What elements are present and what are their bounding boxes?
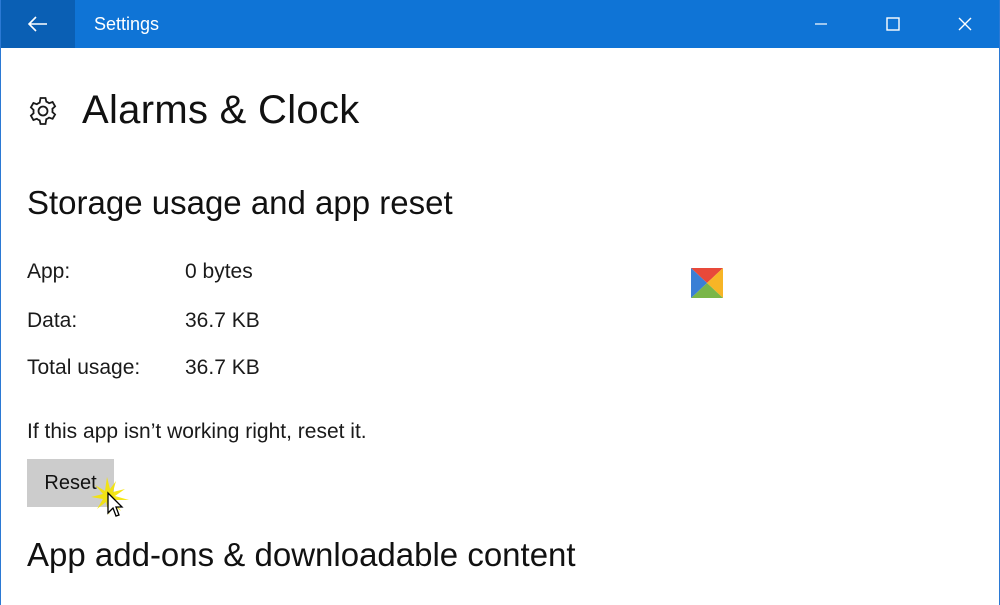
total-usage-value: 36.7 KB bbox=[185, 356, 260, 379]
close-icon bbox=[958, 17, 972, 31]
info-row-total: Total usage: 36.7 KB bbox=[27, 356, 260, 380]
arrow-left-icon bbox=[28, 16, 47, 32]
minimize-button[interactable] bbox=[785, 0, 857, 48]
maximize-icon bbox=[886, 17, 900, 31]
settings-window: Settings Alarms & Clock Storage usage an… bbox=[0, 0, 1000, 605]
window-controls bbox=[785, 0, 999, 48]
page-title: Alarms & Clock bbox=[82, 88, 360, 132]
reset-button[interactable]: Reset bbox=[27, 459, 114, 507]
app-label: App: bbox=[27, 260, 71, 283]
addons-section-title: App add-ons & downloadable content bbox=[27, 536, 576, 573]
info-row-data: Data: 36.7 KB bbox=[27, 309, 260, 333]
app-value: 0 bytes bbox=[185, 260, 253, 283]
maximize-button[interactable] bbox=[857, 0, 929, 48]
data-value: 36.7 KB bbox=[185, 309, 260, 332]
page-header: Alarms & Clock bbox=[27, 88, 360, 133]
watermark-logo bbox=[691, 268, 723, 298]
reset-hint: If this app isn’t working right, reset i… bbox=[27, 420, 367, 443]
data-label: Data: bbox=[27, 309, 78, 332]
close-button[interactable] bbox=[929, 0, 999, 48]
info-row-app: App: 0 bytes bbox=[27, 260, 253, 284]
total-usage-label: Total usage: bbox=[27, 356, 141, 379]
gear-icon bbox=[29, 96, 57, 125]
minimize-icon bbox=[815, 23, 827, 25]
window-title: Settings bbox=[94, 13, 160, 34]
back-button[interactable] bbox=[1, 0, 75, 48]
storage-section-title: Storage usage and app reset bbox=[27, 184, 453, 221]
title-bar: Settings bbox=[1, 0, 999, 48]
